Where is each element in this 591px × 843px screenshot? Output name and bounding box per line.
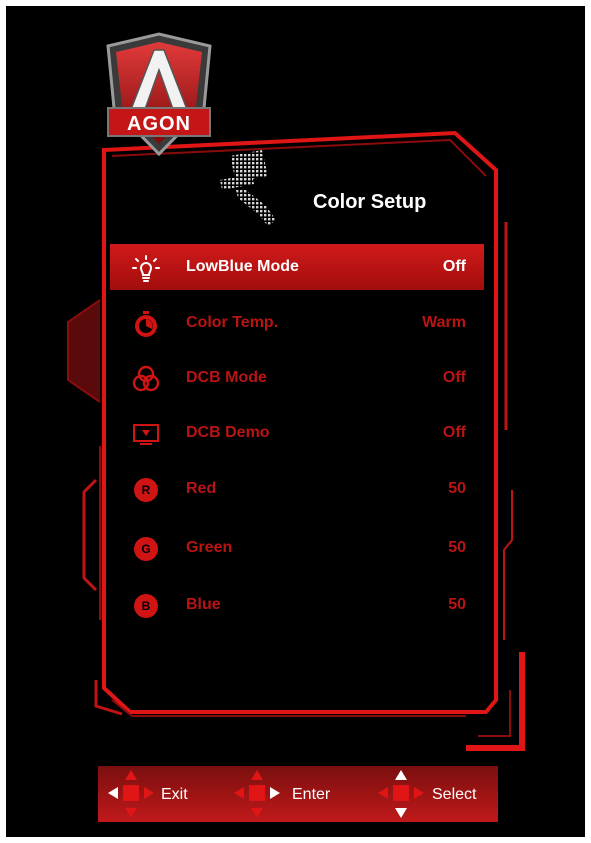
control-hint-bar: Exit Enter Select: [98, 766, 498, 822]
menu-item-value: 50: [448, 539, 466, 556]
menu-item-red[interactable]: R Red 50: [110, 466, 484, 512]
paint-roller-icon: [220, 150, 276, 226]
page-title: Color Setup: [313, 191, 427, 213]
menu-item-label: Green: [186, 539, 233, 556]
menu-item-value: Off: [442, 369, 466, 386]
menu-item-color-temp[interactable]: Color Temp. Warm: [110, 300, 484, 346]
timer-icon: [135, 311, 157, 337]
menu-item-label: DCB Mode: [186, 369, 267, 386]
menu-item-value: 50: [448, 480, 466, 497]
light-bulb-icon: [132, 255, 160, 282]
exit-hint[interactable]: Exit: [106, 770, 206, 818]
menu-item-dcb-mode[interactable]: DCB Mode Off: [110, 355, 484, 401]
monitor-demo-icon: [133, 424, 159, 445]
blue-channel-icon: B: [134, 594, 158, 618]
dpad-right-icon: [234, 770, 280, 818]
exit-label: Exit: [161, 786, 188, 803]
menu-item-label: DCB Demo: [186, 424, 270, 441]
menu-item-green[interactable]: G Green 50: [110, 525, 484, 571]
menu-item-value: Off: [442, 258, 466, 275]
menu-item-value: Warm: [422, 314, 466, 331]
select-hint[interactable]: Select: [376, 770, 496, 818]
brand-logo-text: AGON: [127, 113, 191, 135]
select-label: Select: [432, 786, 477, 803]
menu-item-label: LowBlue Mode: [186, 258, 299, 275]
menu-item-label: Blue: [186, 596, 221, 613]
enter-hint[interactable]: Enter: [232, 770, 342, 818]
menu-item-blue[interactable]: B Blue 50: [110, 582, 484, 628]
red-channel-icon: R: [134, 478, 158, 502]
menu-item-value: Off: [442, 424, 466, 441]
menu-item-lowblue-mode[interactable]: LowBlue Mode Off: [110, 244, 484, 290]
dpad-up-down-icon: [378, 770, 424, 818]
dpad-left-icon: [108, 770, 154, 818]
menu-item-value: 50: [448, 596, 466, 613]
rgb-circles-icon: [132, 365, 160, 392]
agon-logo-icon: [106, 32, 212, 157]
menu-item-dcb-demo[interactable]: DCB Demo Off: [110, 410, 484, 456]
menu-item-label: Color Temp.: [186, 314, 279, 331]
menu-item-label: Red: [186, 480, 217, 497]
enter-label: Enter: [292, 786, 331, 803]
green-channel-icon: G: [134, 537, 158, 561]
